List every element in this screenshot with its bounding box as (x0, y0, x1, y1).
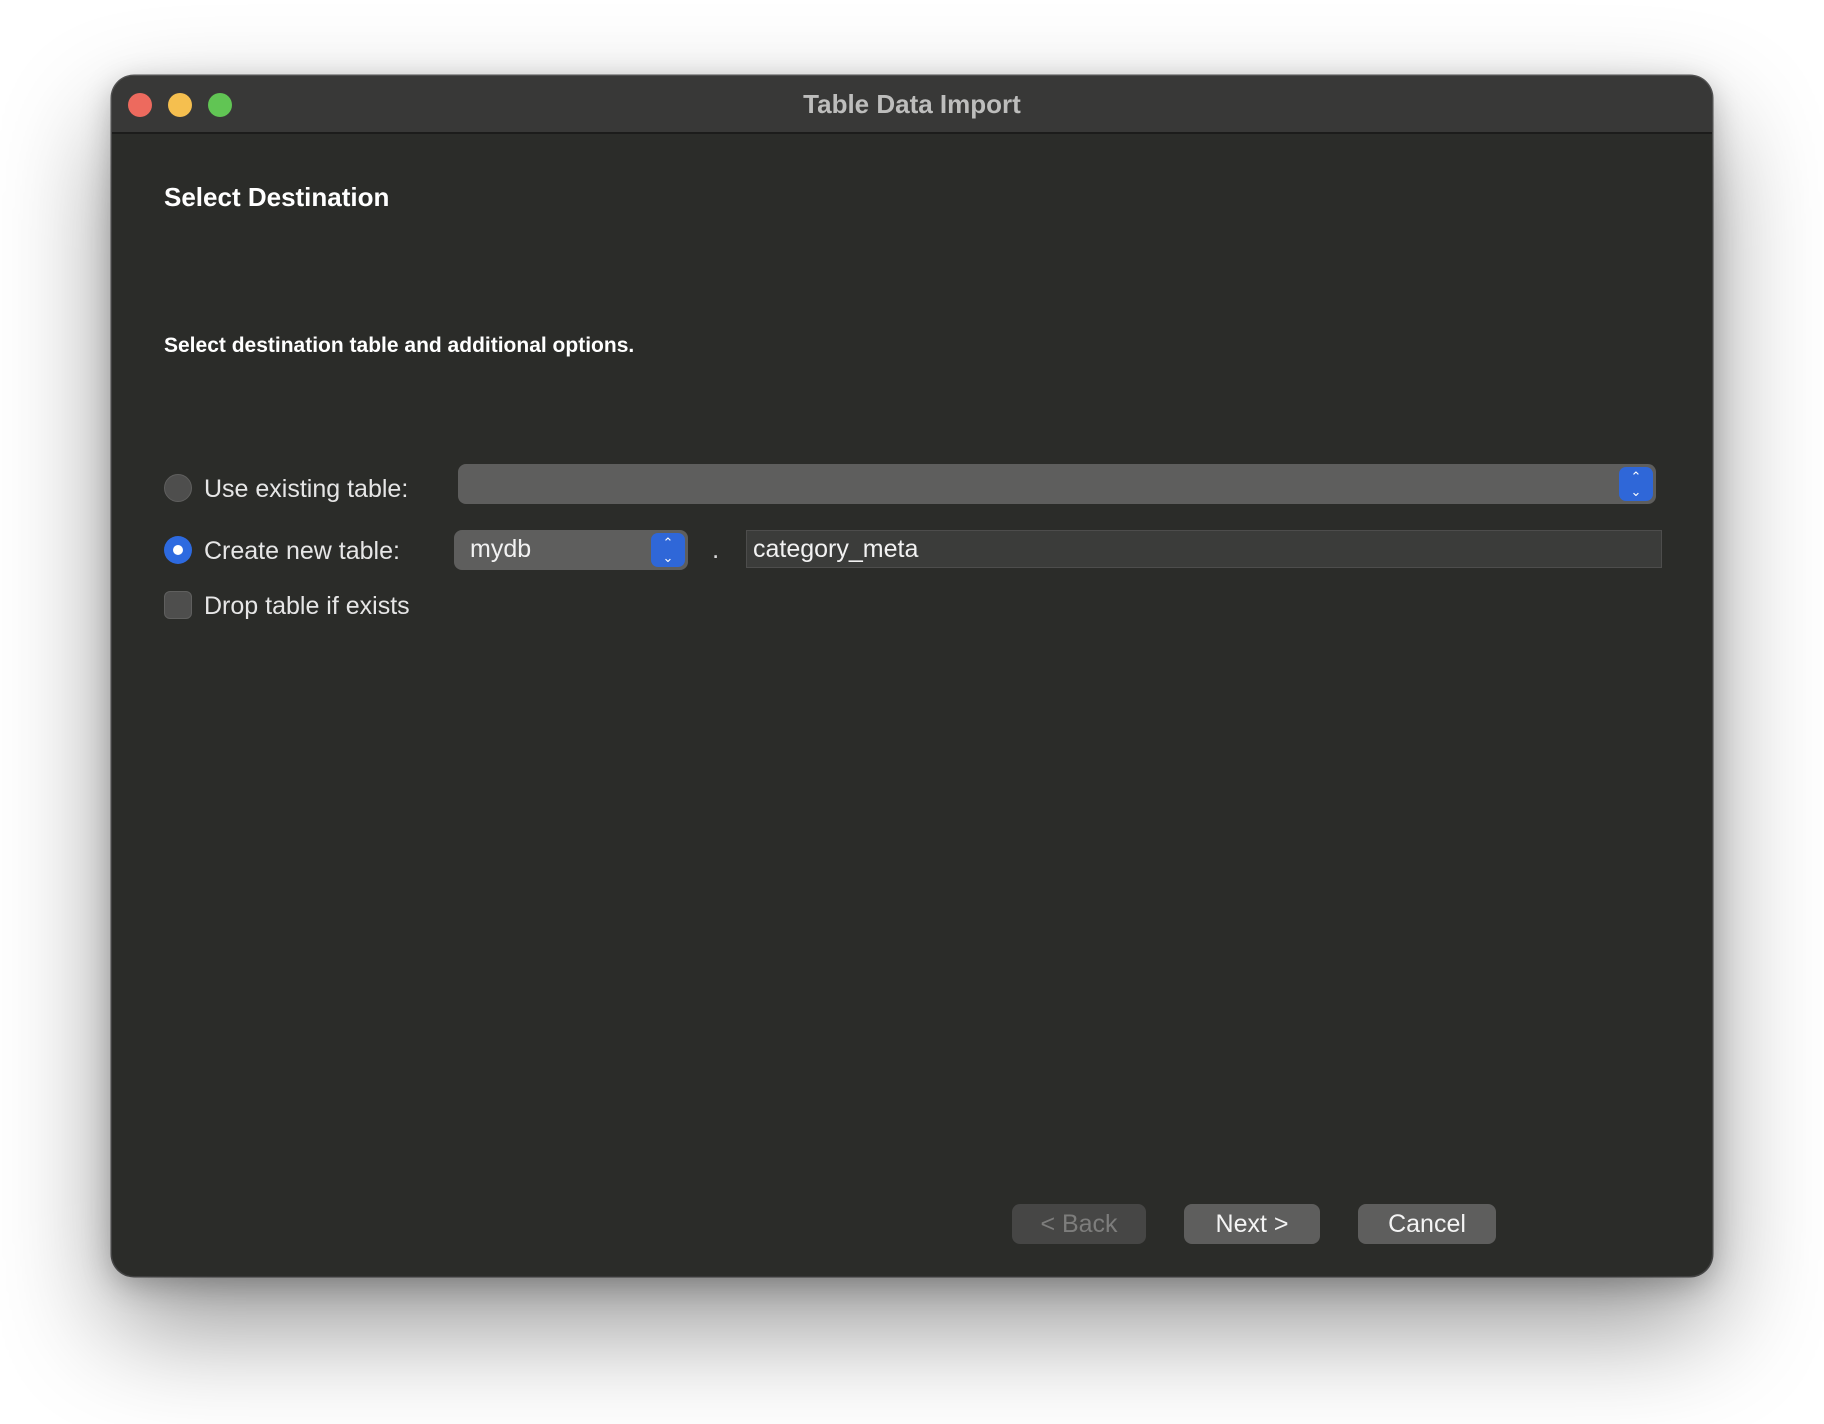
drop-table-if-exists-label[interactable]: Drop table if exists (204, 592, 410, 621)
up-down-chevron-icon[interactable]: ⌃ ⌄ (651, 533, 685, 567)
create-new-table-label[interactable]: Create new table: (204, 537, 400, 566)
up-down-chevron-icon[interactable]: ⌃ ⌄ (1619, 467, 1653, 501)
page-title: Select Destination (164, 182, 390, 212)
use-existing-table-label[interactable]: Use existing table: (204, 475, 408, 504)
title-bar[interactable]: Table Data Import (112, 76, 1712, 134)
wizard-page: Select Destination Select destination ta… (112, 134, 1712, 1276)
next-button[interactable]: Next > (1184, 1204, 1320, 1244)
cancel-button[interactable]: Cancel (1358, 1204, 1496, 1244)
existing-table-select[interactable]: ⌃ ⌄ (458, 464, 1656, 504)
new-table-name-input[interactable] (746, 530, 1662, 568)
create-new-table-radio[interactable] (164, 536, 192, 564)
import-wizard-window: Table Data Import Select Destination Sel… (112, 76, 1712, 1276)
schema-select[interactable]: mydb ⌃ ⌄ (454, 530, 688, 570)
schema-select-value: mydb (470, 535, 532, 563)
use-existing-table-radio[interactable] (164, 474, 192, 502)
schema-table-separator: . (712, 534, 720, 564)
page-instruction: Select destination table and additional … (164, 334, 635, 357)
drop-table-if-exists-checkbox[interactable] (164, 591, 192, 619)
back-button[interactable]: < Back (1012, 1204, 1146, 1244)
window-title: Table Data Import (803, 89, 1021, 119)
